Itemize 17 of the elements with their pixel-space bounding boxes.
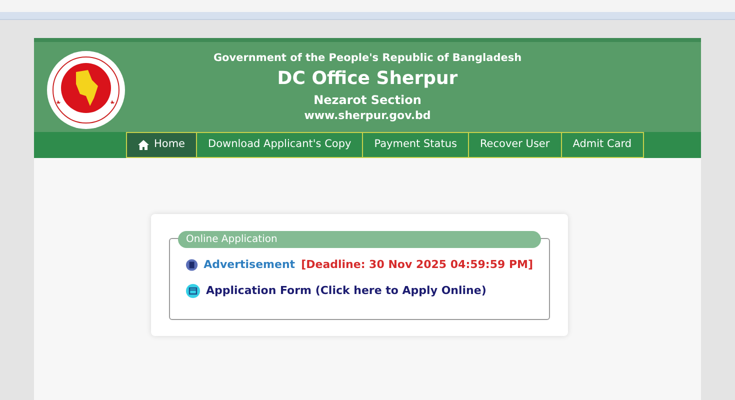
nav-tab[interactable]: Recover User <box>468 132 562 158</box>
nav-tab[interactable]: Payment Status <box>363 132 469 158</box>
home-icon <box>138 140 149 150</box>
advertisement-link[interactable]: Advertisement <box>204 257 296 274</box>
government-title: Government of the People's Republic of Bangladesh <box>213 51 522 66</box>
website-text: www.sherpur.gov.bd <box>304 108 431 124</box>
application-form-link[interactable]: Application Form (Click here to Apply Online) <box>206 282 486 299</box>
nav-tab[interactable]: Admit Card <box>562 132 644 158</box>
nav-tab[interactable]: Home <box>126 132 198 158</box>
deadline-text: [Deadline: 30 Nov 2025 04:59:59 PM] <box>301 257 533 273</box>
nav-tab[interactable]: Download Applicant's Copy <box>197 132 364 158</box>
form-icon <box>186 284 200 298</box>
section-legend: Online Application <box>178 231 541 248</box>
section-title: Nezarot Section <box>314 92 422 108</box>
office-title: DC Office Sherpur <box>277 67 458 91</box>
emblem-icon <box>46 50 126 130</box>
pdf-file-icon <box>186 258 198 272</box>
